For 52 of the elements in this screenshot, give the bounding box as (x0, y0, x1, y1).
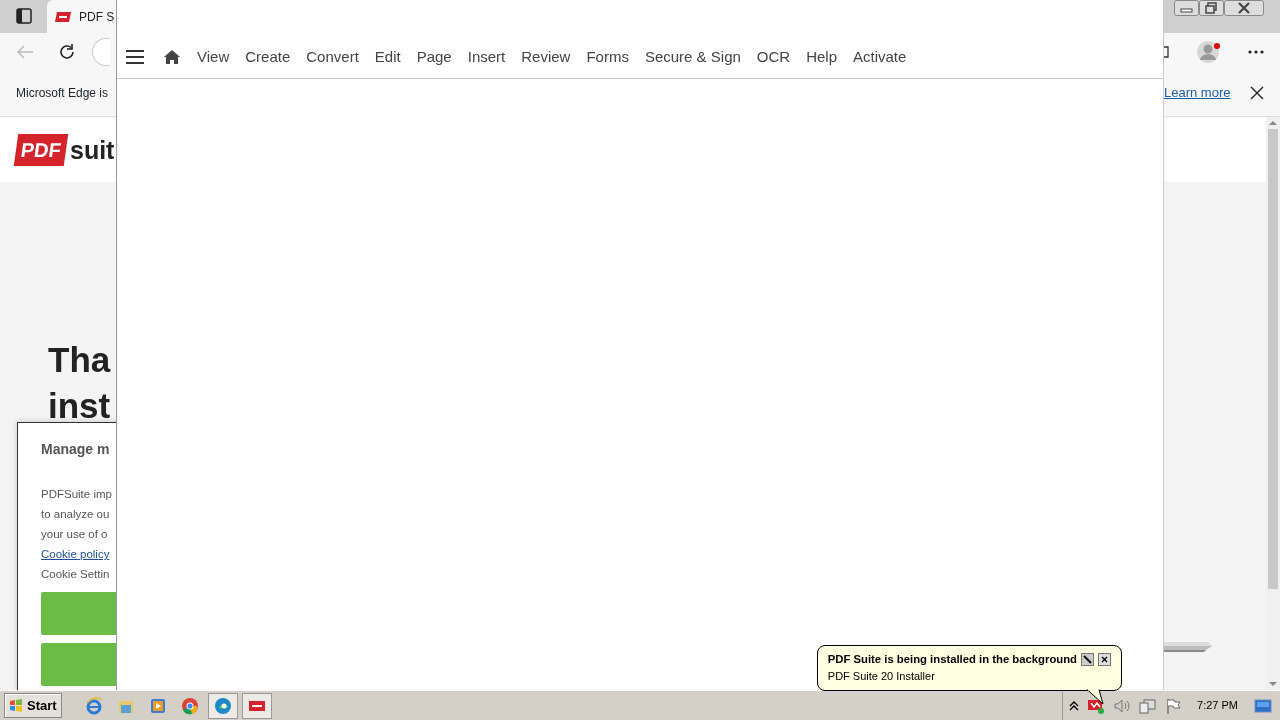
cookie-policy-link[interactable]: Cookie policy (41, 544, 116, 564)
menu-item[interactable]: Convert (298, 43, 367, 71)
minimize-button[interactable] (1174, 0, 1199, 16)
menu-item[interactable]: Activate (845, 43, 915, 71)
close-button[interactable] (1224, 0, 1264, 16)
cookie-text: your use of o (41, 527, 109, 542)
pdf-icon (55, 10, 71, 23)
menu-item[interactable]: Forms (578, 43, 637, 71)
menu-item[interactable]: Help (798, 43, 845, 71)
menu-item[interactable]: Secure & Sign (636, 43, 749, 71)
infobar-message: Microsoft Edge is (16, 85, 109, 102)
home-icon[interactable] (163, 49, 181, 65)
cookie-text: to analyze ou (41, 507, 111, 522)
restore-button[interactable] (1199, 0, 1224, 16)
show-desktop-icon[interactable] (1254, 697, 1272, 714)
menu-item[interactable]: Page (408, 43, 460, 71)
menu-item[interactable]: Create (237, 43, 299, 71)
flag-icon[interactable] (1165, 697, 1182, 714)
edge-icon[interactable] (213, 696, 232, 715)
chrome-icon[interactable] (180, 696, 199, 715)
network-icon[interactable] (1139, 697, 1158, 714)
page-heading: inst (48, 385, 111, 427)
menu-item[interactable]: Edit (366, 43, 409, 71)
close-icon[interactable] (1098, 652, 1111, 666)
balloon-subtitle: PDF Suite 20 Installer (827, 668, 936, 684)
menu-item[interactable]: View (189, 43, 238, 71)
clock: 7:27 PM (1196, 698, 1239, 714)
refresh-icon[interactable] (58, 42, 76, 61)
tab-title: PDF S (79, 8, 115, 26)
tab-actions-icon[interactable] (16, 8, 32, 24)
scrollbar[interactable] (1266, 117, 1280, 690)
menu-item[interactable]: Insert (459, 43, 514, 71)
address-field[interactable] (92, 37, 110, 66)
browser-tab[interactable]: PDF S (47, 0, 116, 33)
menu-item[interactable]: OCR (748, 43, 799, 71)
speaker-icon[interactable] (1113, 697, 1132, 714)
menu-icon[interactable] (125, 49, 145, 65)
start-button[interactable]: Start (4, 693, 62, 718)
show-hidden-icon[interactable] (1069, 700, 1080, 711)
cookie-text: Cookie Settin (41, 567, 111, 582)
page-heading: Tha (48, 339, 111, 381)
browser-icon[interactable] (84, 696, 103, 715)
dialog-title: Manage m (41, 440, 111, 459)
profile-icon[interactable] (1196, 38, 1222, 65)
cookie-text: PDFSuite imp (41, 487, 113, 502)
windows-logo-icon (9, 699, 23, 712)
close-icon[interactable] (1250, 86, 1264, 100)
wrench-icon[interactable] (1081, 652, 1094, 666)
balloon-title: PDF Suite is being installed in the background (827, 651, 1077, 667)
more-icon[interactable] (1248, 49, 1264, 54)
media-player-icon[interactable] (148, 696, 167, 715)
menu-item[interactable]: Review (513, 43, 579, 71)
